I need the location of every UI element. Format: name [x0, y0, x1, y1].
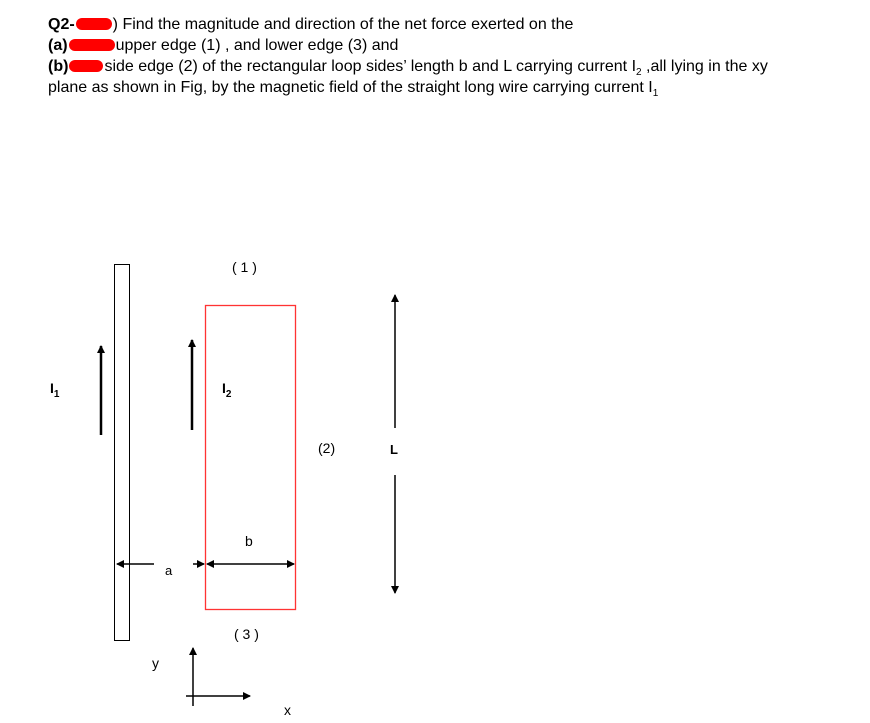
x-axis-label: x — [284, 702, 291, 718]
y-axis-label: y — [152, 655, 159, 671]
width-b-label: b — [245, 533, 253, 549]
figure-diagram — [97, 264, 399, 706]
length-l-label: L — [390, 442, 398, 457]
loop-current-subscript: 2 — [225, 388, 232, 400]
edge-3-label: ( 3 ) — [234, 626, 259, 642]
distance-a-label: a — [165, 563, 173, 578]
edge-2-label: (2) — [318, 440, 336, 456]
edge-1-label: ( 1 ) — [232, 259, 257, 275]
long-wire — [114, 264, 130, 641]
loop-current-label: I2 — [222, 380, 231, 400]
wire-current-label: I1 — [50, 380, 59, 400]
wire-current-subscript: 1 — [53, 388, 60, 400]
